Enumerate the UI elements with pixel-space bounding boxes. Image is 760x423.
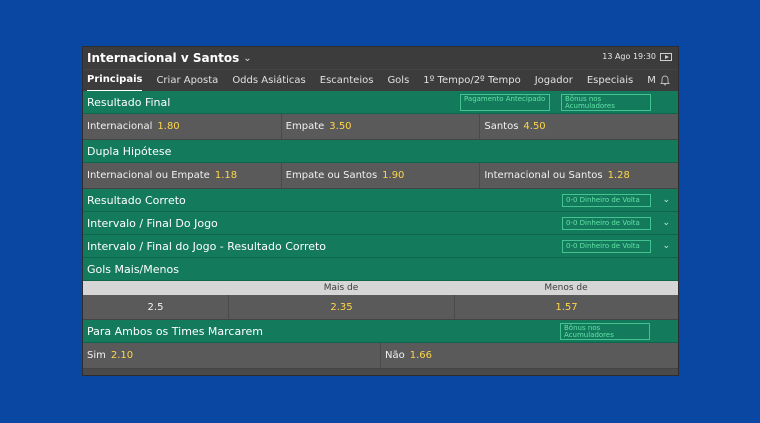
tab-tempos[interactable]: 1º Tempo/2º Tempo <box>423 70 520 92</box>
chevron-down-icon[interactable]: ⌄ <box>662 241 670 251</box>
market-title: Dupla Hipótese <box>87 144 172 158</box>
chevron-down-icon[interactable]: ⌄ <box>662 218 670 228</box>
dupla-hipotese-odds: Internacional ou Empate 1.18 Empate ou S… <box>83 163 678 189</box>
gols-odds-row: 2.5 2.35 1.57 <box>83 295 678 320</box>
odds-button-santos[interactable]: Santos 4.50 <box>480 114 678 139</box>
tab-especiais[interactable]: Especiais <box>587 70 633 92</box>
market-title: Gols Mais/Menos <box>87 262 179 276</box>
market-dupla-hipotese[interactable]: Dupla Hipótese <box>83 140 678 163</box>
odds-button-menos[interactable]: 1.57 <box>454 295 678 319</box>
dinheiro-de-volta-badge: 0-0 Dinheiro de Volta <box>562 240 651 253</box>
gols-line: 2.5 <box>83 295 228 319</box>
live-stream-icon[interactable] <box>660 53 672 61</box>
market-title: Para Ambos os Times Marcarem <box>87 324 263 338</box>
column-menos-de: Menos de <box>544 283 588 293</box>
tab-jogador[interactable]: Jogador <box>535 70 573 92</box>
pagamento-antecipado-badge: Pagamento Antecipado <box>460 94 550 111</box>
bell-icon[interactable] <box>660 75 670 86</box>
market-gols-mais-menos[interactable]: Gols Mais/Menos <box>83 258 678 281</box>
market-resultado-final[interactable]: Resultado Final Pagamento Antecipado Bôn… <box>83 91 678 114</box>
odds-button-internacional-ou-santos[interactable]: Internacional ou Santos 1.28 <box>480 163 678 188</box>
match-panel: Internacional v Santos ⌄ 13 Ago 19:30 Pr… <box>82 46 679 376</box>
market-intervalo-final[interactable]: Intervalo / Final Do Jogo 0-0 Dinheiro d… <box>83 212 678 235</box>
odds-button-internacional[interactable]: Internacional 1.80 <box>83 114 282 139</box>
bonus-acumuladores-badge: Bônus nos Acumuladores <box>560 323 650 340</box>
gols-column-headers: Mais de Menos de <box>83 281 678 295</box>
match-title[interactable]: Internacional v Santos <box>87 51 239 65</box>
market-title: Intervalo / Final Do Jogo <box>87 216 218 230</box>
match-datetime: 13 Ago 19:30 <box>602 52 656 61</box>
tab-more[interactable]: M <box>647 70 656 92</box>
dinheiro-de-volta-badge: 0-0 Dinheiro de Volta <box>562 217 651 230</box>
ambos-marcam-odds: Sim 2.10 Não 1.66 <box>83 343 678 369</box>
odds-button-nao[interactable]: Não 1.66 <box>381 343 678 368</box>
dinheiro-de-volta-badge: 0-0 Dinheiro de Volta <box>562 194 651 207</box>
odds-button-mais[interactable]: 2.35 <box>228 295 454 319</box>
tab-odds-asiaticas[interactable]: Odds Asiáticas <box>232 70 305 92</box>
column-mais-de: Mais de <box>323 283 359 293</box>
market-intervalo-final-resultado-correto[interactable]: Intervalo / Final do Jogo - Resultado Co… <box>83 235 678 258</box>
tab-principais[interactable]: Principais <box>87 70 143 92</box>
market-title: Intervalo / Final do Jogo - Resultado Co… <box>87 239 327 253</box>
chevron-down-icon[interactable]: ⌄ <box>243 53 251 64</box>
tab-gols[interactable]: Gols <box>387 70 409 92</box>
chevron-down-icon[interactable]: ⌄ <box>662 195 670 205</box>
resultado-final-odds: Internacional 1.80 Empate 3.50 Santos 4.… <box>83 114 678 140</box>
tab-escanteios[interactable]: Escanteios <box>320 70 374 92</box>
bonus-acumuladores-badge: Bônus nos Acumuladores <box>561 94 651 111</box>
odds-button-empate-ou-santos[interactable]: Empate ou Santos 1.90 <box>282 163 481 188</box>
market-title: Resultado Final <box>87 95 171 109</box>
match-header[interactable]: Internacional v Santos ⌄ 13 Ago 19:30 <box>83 47 678 69</box>
odds-button-empate[interactable]: Empate 3.50 <box>282 114 481 139</box>
market-ambos-marcam[interactable]: Para Ambos os Times Marcarem Bônus nos A… <box>83 320 678 343</box>
tab-criar-aposta[interactable]: Criar Aposta <box>156 70 218 92</box>
odds-button-internacional-ou-empate[interactable]: Internacional ou Empate 1.18 <box>83 163 282 188</box>
odds-button-sim[interactable]: Sim 2.10 <box>83 343 381 368</box>
market-resultado-correto[interactable]: Resultado Correto 0-0 Dinheiro de Volta … <box>83 189 678 212</box>
market-tabs: Principais Criar Aposta Odds Asiáticas E… <box>83 69 678 92</box>
market-title: Resultado Correto <box>87 193 186 207</box>
